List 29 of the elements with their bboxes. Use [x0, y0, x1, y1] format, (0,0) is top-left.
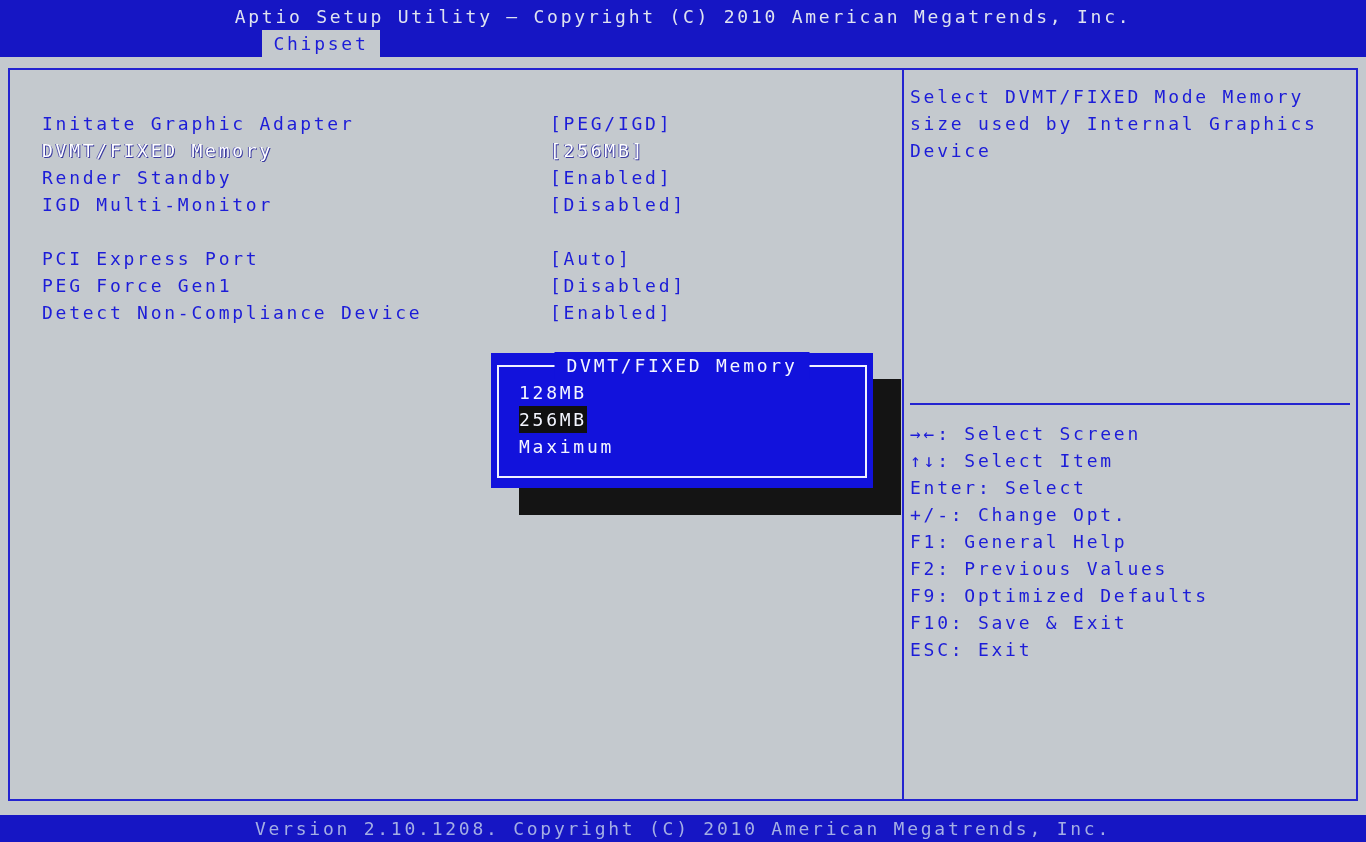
key-hint: ↑↓: Select Item — [910, 449, 1115, 473]
popup-title: DVMT/FIXED Memory — [554, 352, 810, 379]
setting-label[interactable]: Render Standby — [42, 164, 550, 191]
setting-label[interactable]: Initate Graphic Adapter — [42, 110, 550, 137]
setting-value[interactable]: [Disabled] — [550, 191, 686, 218]
setting-value[interactable]: [Auto] — [550, 245, 632, 272]
setting-label[interactable]: IGD Multi-Monitor — [42, 191, 550, 218]
help-text: Select DVMT/FIXED Mode Memory size used by Internal Graphics Device — [910, 70, 1350, 405]
option-item[interactable]: Maximum — [519, 433, 615, 460]
menu-tab[interactable]: Chipset — [262, 30, 380, 57]
setting-label[interactable]: PEG Force Gen1 — [42, 272, 550, 299]
option-item[interactable]: 256MB — [519, 406, 587, 433]
key-hint: F2: Previous Values — [910, 557, 1170, 581]
setting-value[interactable]: [Disabled] — [550, 272, 686, 299]
key-hint: ESC: Exit — [910, 638, 1034, 662]
key-hint: +/-: Change Opt. — [910, 503, 1129, 527]
setting-value[interactable]: [PEG/IGD] — [550, 110, 673, 137]
key-hint: →←: Select Screen — [910, 422, 1142, 446]
key-hint: F1: General Help — [910, 530, 1129, 554]
key-hint: Enter: Select — [910, 476, 1088, 500]
setting-label[interactable]: Detect Non-Compliance Device — [42, 299, 550, 326]
option-item[interactable]: 128MB — [519, 379, 587, 406]
key-hint: F10: Save & Exit — [910, 611, 1129, 635]
setting-value[interactable]: [Enabled] — [550, 164, 673, 191]
key-hint: F9: Optimized Defaults — [910, 584, 1210, 608]
version-text: Version 2.10.1208. Copyright (C) 2010 American Megatrends, Inc. — [255, 818, 1111, 839]
window-title: Aptio Setup Utility – Copyright (C) 2010 American Megatrends, Inc. — [234, 5, 1132, 29]
setting-label[interactable]: PCI Express Port — [42, 245, 550, 272]
setting-value[interactable]: [Enabled] — [550, 299, 673, 326]
